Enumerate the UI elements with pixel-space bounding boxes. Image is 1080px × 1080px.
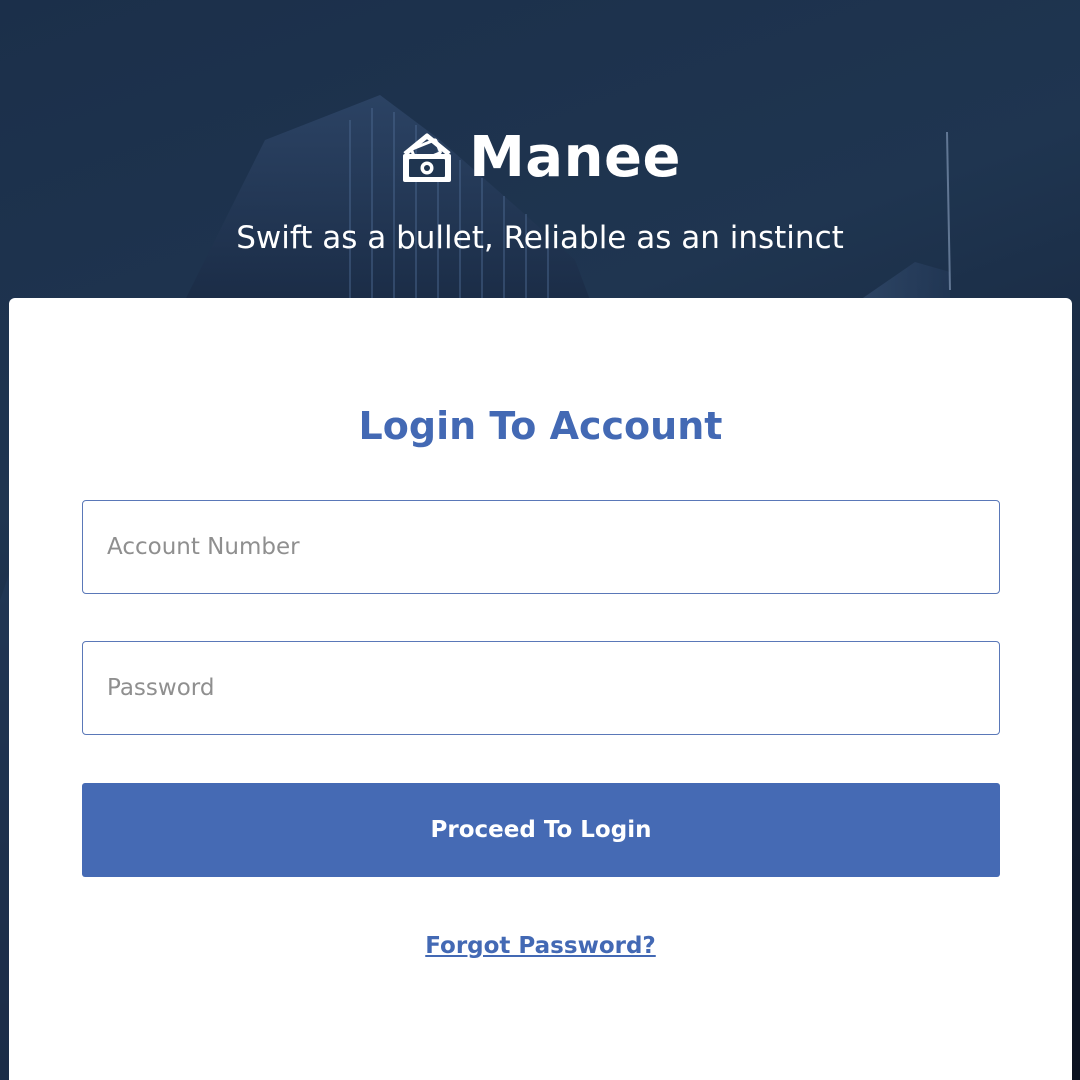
forgot-password-container: Forgot Password? bbox=[9, 930, 1072, 964]
forgot-password-link[interactable]: Forgot Password? bbox=[425, 933, 656, 959]
brand-tagline: Swift as a bullet, Reliable as an instin… bbox=[236, 220, 844, 256]
login-title: Login To Account bbox=[358, 404, 723, 448]
brand-name: Manee bbox=[469, 125, 681, 190]
account-number-input[interactable] bbox=[82, 500, 1000, 594]
proceed-to-login-button[interactable]: Proceed To Login bbox=[82, 783, 1000, 877]
password-input[interactable] bbox=[82, 641, 1000, 735]
login-card: Login To Account Proceed To Login Forgot… bbox=[9, 298, 1072, 1080]
money-house-icon bbox=[403, 133, 452, 182]
login-screen: Manee Swift as a bullet, Reliable as an … bbox=[0, 0, 1080, 1080]
brand-header: Manee bbox=[0, 118, 1080, 198]
